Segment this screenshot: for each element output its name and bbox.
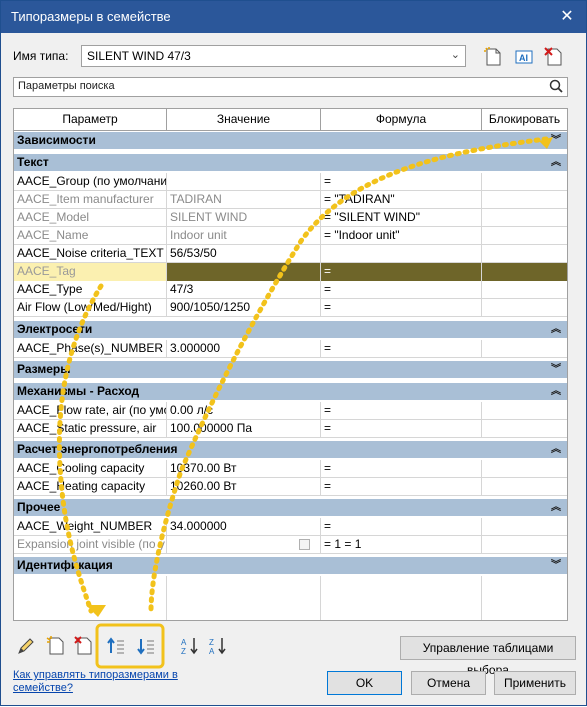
annotation-path bbox=[56, 283, 104, 614]
svg-text:Z: Z bbox=[209, 638, 214, 647]
annotation-overlay bbox=[56, 136, 553, 669]
new-parameter-icon[interactable] bbox=[45, 635, 67, 657]
move-down-icon[interactable] bbox=[135, 635, 157, 657]
svg-text:A: A bbox=[181, 638, 187, 647]
move-up-icon[interactable] bbox=[105, 635, 127, 657]
annotation-path bbox=[148, 136, 549, 614]
manage-lookup-tables-button[interactable]: Управление таблицами выбора bbox=[400, 636, 576, 677]
ok-button[interactable]: OK bbox=[327, 671, 402, 695]
delete-parameter-icon[interactable] bbox=[73, 635, 95, 657]
sort-descending-icon[interactable]: Z A bbox=[207, 635, 229, 657]
pencil-icon[interactable] bbox=[15, 635, 37, 657]
family-types-dialog: Типоразмеры в семействе ✕ Имя типа: SILE… bbox=[0, 0, 587, 706]
sort-ascending-icon[interactable]: A Z bbox=[179, 635, 201, 657]
svg-text:Z: Z bbox=[181, 647, 186, 656]
apply-button[interactable]: Применить bbox=[494, 671, 576, 695]
help-link[interactable]: Как управлять типоразмерами в семействе? bbox=[13, 669, 213, 695]
cancel-button[interactable]: Отмена bbox=[411, 671, 486, 695]
svg-text:A: A bbox=[209, 647, 215, 656]
